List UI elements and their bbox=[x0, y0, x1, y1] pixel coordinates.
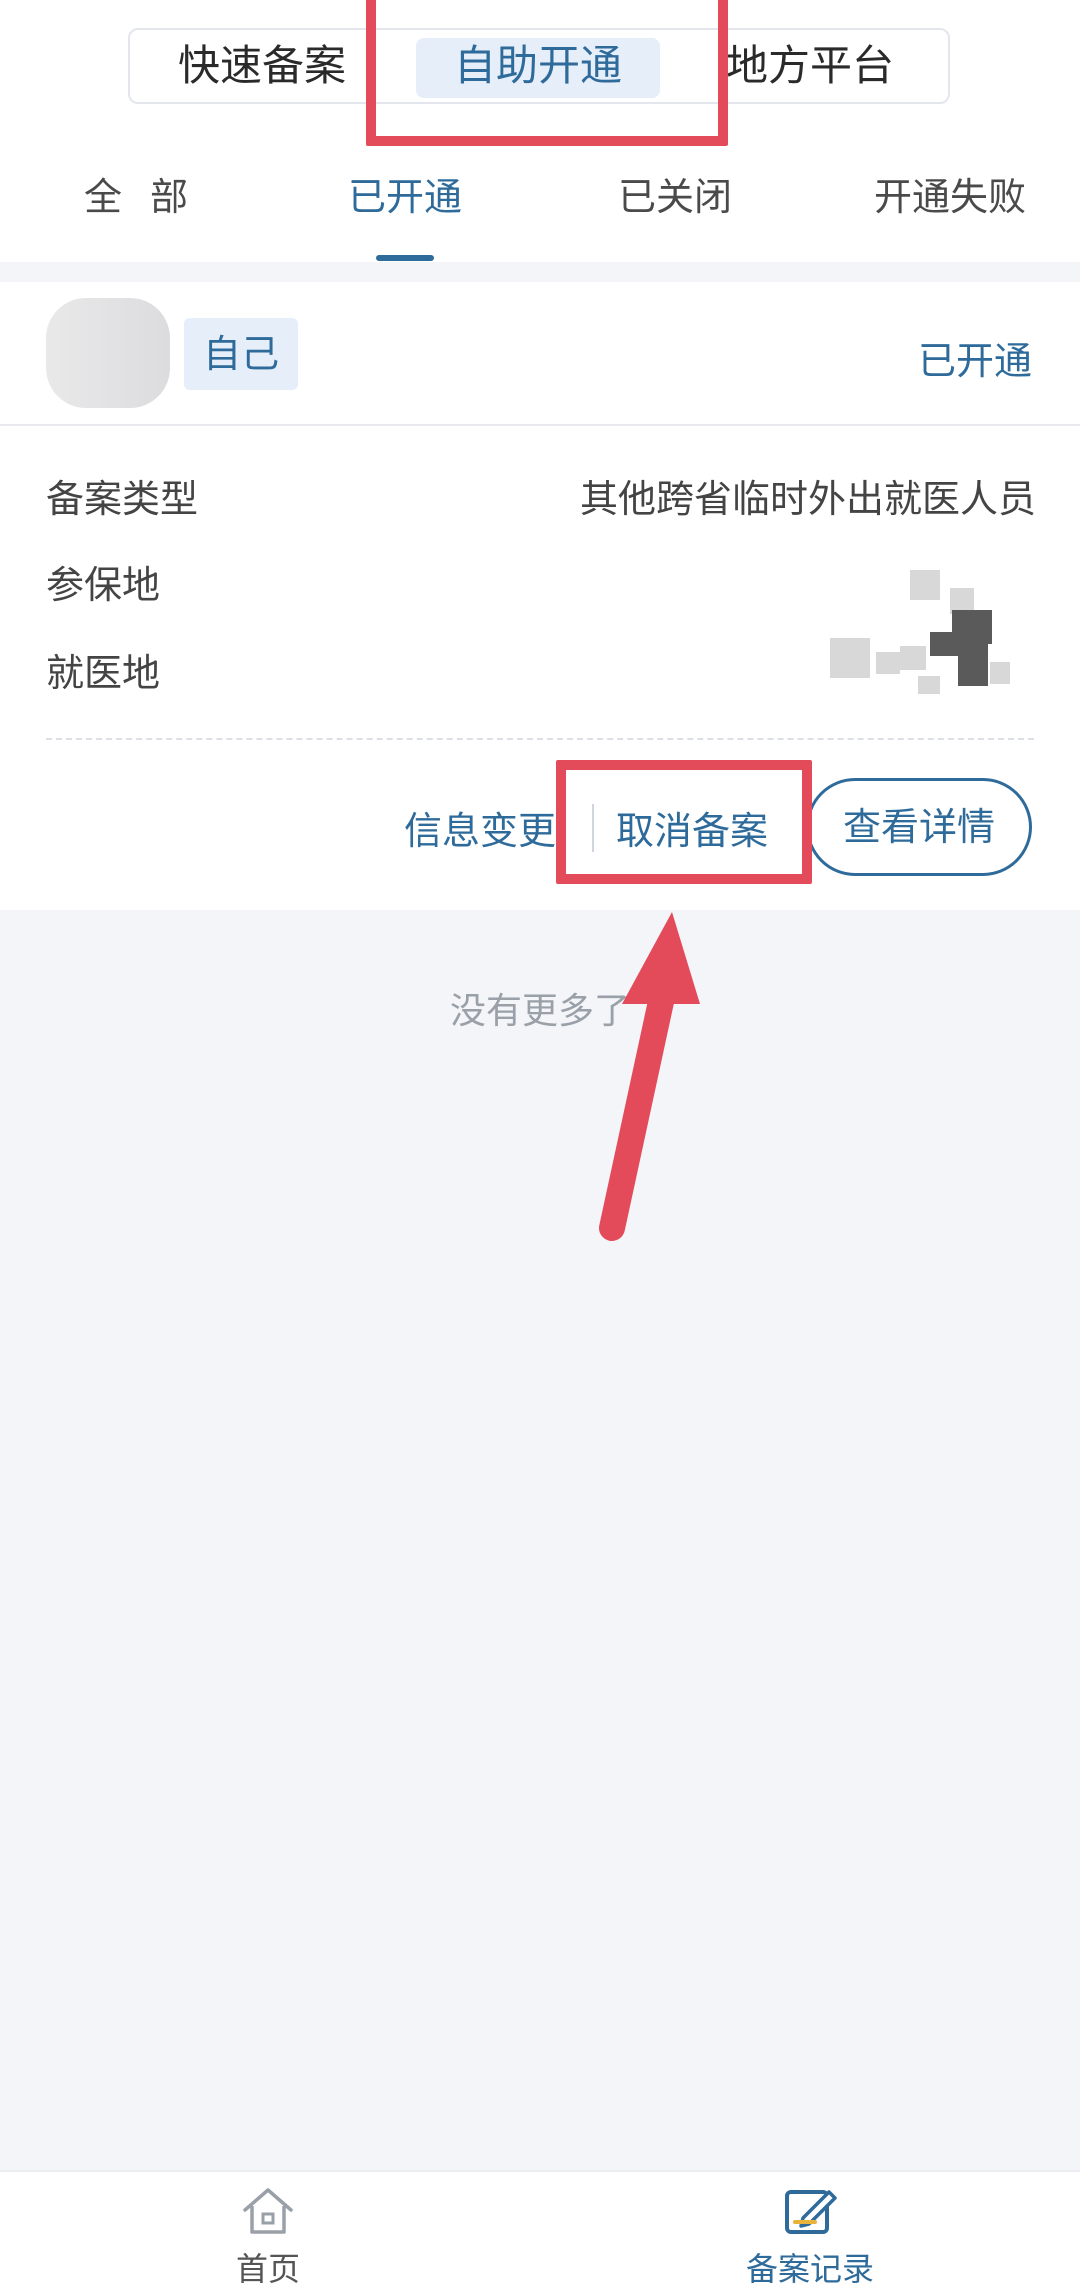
status-badge: 已开通 bbox=[917, 339, 1032, 383]
nav-home[interactable]: 首页 bbox=[168, 2182, 368, 2290]
record-card: 自己 已开通 备案类型 其他跨省临时外出就医人员 参保地 就医地 信息变更 取消… bbox=[0, 282, 1080, 910]
tab-bar: 全 部 已开通 已关闭 开通失败 bbox=[0, 148, 1080, 258]
field-value: 其他跨省临时外出就医人员 bbox=[579, 477, 1036, 521]
active-tab-indicator bbox=[376, 255, 434, 261]
field-row-insured-place: 参保地 bbox=[46, 554, 1036, 614]
avatar bbox=[46, 298, 170, 408]
tab-opened[interactable]: 已开通 bbox=[330, 172, 480, 222]
field-label: 参保地 bbox=[46, 563, 161, 607]
nav-records[interactable]: 备案记录 bbox=[710, 2182, 910, 2290]
nav-records-label: 备案记录 bbox=[745, 2250, 874, 2288]
field-label: 就医地 bbox=[46, 651, 161, 695]
tab-closed[interactable]: 已关闭 bbox=[600, 172, 750, 222]
nav-home-label: 首页 bbox=[235, 2250, 300, 2288]
highlight-box-cancel bbox=[556, 760, 812, 884]
home-icon bbox=[243, 2188, 293, 2234]
relation-tag: 自己 bbox=[184, 318, 298, 390]
tab-failed[interactable]: 开通失败 bbox=[860, 172, 1040, 222]
tab-all[interactable]: 全 部 bbox=[70, 172, 210, 222]
bottom-nav: 首页 备案记录 bbox=[0, 2170, 1080, 2296]
view-details-button[interactable]: 查看详情 bbox=[806, 778, 1032, 876]
record-card-header: 自己 已开通 bbox=[0, 282, 1080, 426]
divider bbox=[46, 738, 1034, 740]
segment-quick-filing[interactable]: 快速备案 bbox=[142, 30, 382, 102]
highlight-box-segment bbox=[366, 0, 728, 146]
record-edit-icon bbox=[785, 2190, 837, 2234]
record-actions: 信息变更 取消备案 查看详情 bbox=[0, 770, 1080, 880]
field-label: 备案类型 bbox=[46, 477, 199, 521]
info-change-link[interactable]: 信息变更 bbox=[404, 800, 556, 855]
field-row-filing-type: 备案类型 其他跨省临时外出就医人员 bbox=[46, 468, 1036, 528]
list-end-text: 没有更多了 bbox=[449, 991, 630, 1032]
